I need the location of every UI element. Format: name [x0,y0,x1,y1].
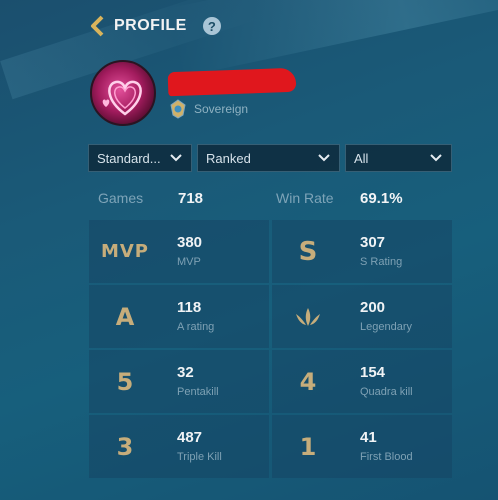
stat-label: Legendary [360,321,412,333]
summary-row: Games 718 Win Rate 69.1% [98,186,418,210]
stat-cell-pentakill: 5 32 Pentakill [89,350,269,413]
mode-dropdown[interactable]: Standard... [88,144,192,172]
role-dropdown-label: All [354,150,369,166]
stat-label: Triple Kill [177,451,222,463]
winrate-value: 69.1% [360,190,403,207]
stat-value: 32 [177,364,194,381]
stat-cell-a-rating: A 118 A rating [89,285,269,348]
mode-dropdown-label: Standard... [97,150,161,166]
mvp-icon: MVP [100,241,150,262]
games-label: Games [98,190,144,206]
stat-cell-first-blood: 1 41 First Blood [272,415,452,478]
stat-cell-legendary: 200 Legendary [272,285,452,348]
stat-cell-mvp: MVP 380 MVP [89,220,269,283]
rank-badge: Sovereign [168,99,248,119]
stat-label: First Blood [360,451,413,463]
page-title: PROFILE [114,17,187,34]
stat-cell-s-rating: S 307 S Rating [272,220,452,283]
triple-kill-icon: 3 [116,432,134,461]
stat-label: A rating [177,321,215,333]
games-value: 718 [178,190,204,207]
help-icon[interactable]: ? [202,17,221,35]
chevron-down-icon [170,154,182,162]
role-dropdown[interactable]: All [345,144,452,172]
stat-label: Quadra kill [360,386,413,398]
a-rating-icon: A [115,302,135,331]
match-type-dropdown[interactable]: Ranked [197,144,340,172]
sovereign-rank-icon [168,99,188,119]
stat-cell-triple-kill: 3 487 Triple Kill [89,415,269,478]
stat-value: 154 [360,364,386,381]
winrate-label: Win Rate [276,190,334,206]
chevron-down-icon [318,154,330,162]
s-rating-icon: S [298,236,318,267]
stats-grid: MVP 380 MVP S 307 S Rating A 118 A ratin… [89,220,452,478]
rank-name: Sovereign [194,102,249,116]
stat-value: 118 [177,299,202,316]
stat-value: 307 [360,234,386,251]
stat-cell-quadra-kill: 4 154 Quadra kill [272,350,452,413]
stat-value: 200 [360,299,386,316]
redacted-username [167,67,297,97]
stat-value: 41 [360,429,377,446]
match-type-dropdown-label: Ranked [206,150,251,166]
stat-label: Pentakill [177,386,219,398]
stat-value: 380 [177,234,203,251]
stat-label: S Rating [360,256,403,268]
filter-bar: Standard... Ranked All [88,144,452,172]
back-chevron-icon[interactable] [90,15,104,37]
page-header: PROFILE ? [90,12,221,40]
quadra-kill-icon: 4 [299,367,317,396]
stat-label: MVP [177,256,201,268]
first-blood-icon: 1 [299,432,317,461]
legendary-icon [272,285,344,348]
chevron-down-icon [430,154,442,162]
avatar[interactable] [90,60,156,126]
stat-value: 487 [177,429,203,446]
pentakill-icon: 5 [116,367,134,396]
